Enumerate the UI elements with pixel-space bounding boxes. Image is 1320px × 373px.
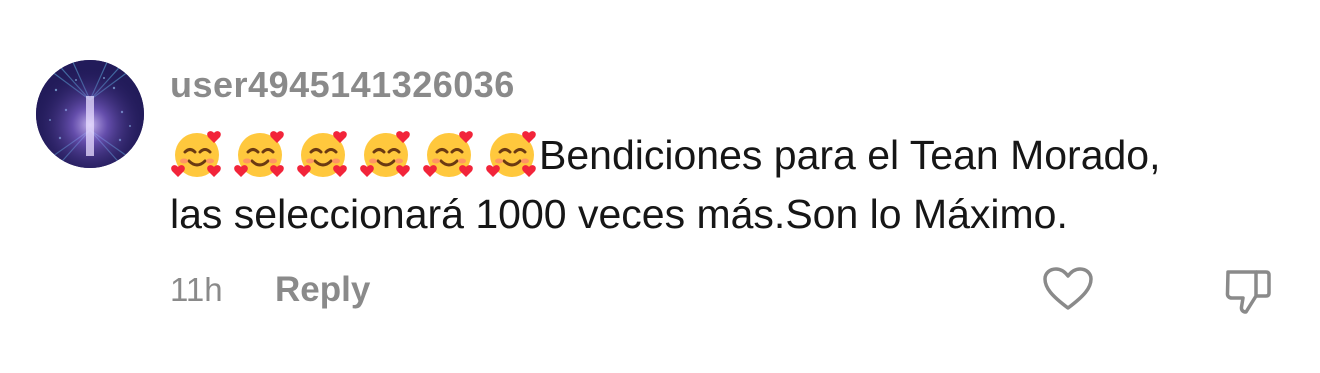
smiling-face-with-hearts-icon: [170, 127, 224, 181]
smiling-face-with-hearts-icon: [296, 127, 350, 181]
comment-text: Bendiciones para el Tean Morado, las sel…: [170, 126, 1280, 244]
comment-timestamp: 11h: [170, 271, 223, 308]
thumbs-down-outline-icon[interactable]: [1222, 266, 1272, 316]
reply-button[interactable]: Reply: [275, 270, 370, 310]
username[interactable]: user4945141326036: [170, 64, 515, 106]
avatar-image: [36, 60, 144, 168]
comment-text-line2: las seleccionará 1000 veces más.Son lo M…: [170, 191, 1068, 237]
heart-outline-icon[interactable]: [1042, 266, 1094, 312]
emoji-row: [170, 131, 539, 178]
comment-text-line1: Bendiciones para el Tean Morado,: [539, 132, 1161, 178]
smiling-face-with-hearts-icon: [485, 127, 539, 181]
comment-item: user4945141326036 Bendiciones para el Te…: [0, 0, 1320, 373]
smiling-face-with-hearts-icon: [422, 127, 476, 181]
avatar[interactable]: [36, 60, 144, 168]
smiling-face-with-hearts-icon: [359, 127, 413, 181]
smiling-face-with-hearts-icon: [233, 127, 287, 181]
